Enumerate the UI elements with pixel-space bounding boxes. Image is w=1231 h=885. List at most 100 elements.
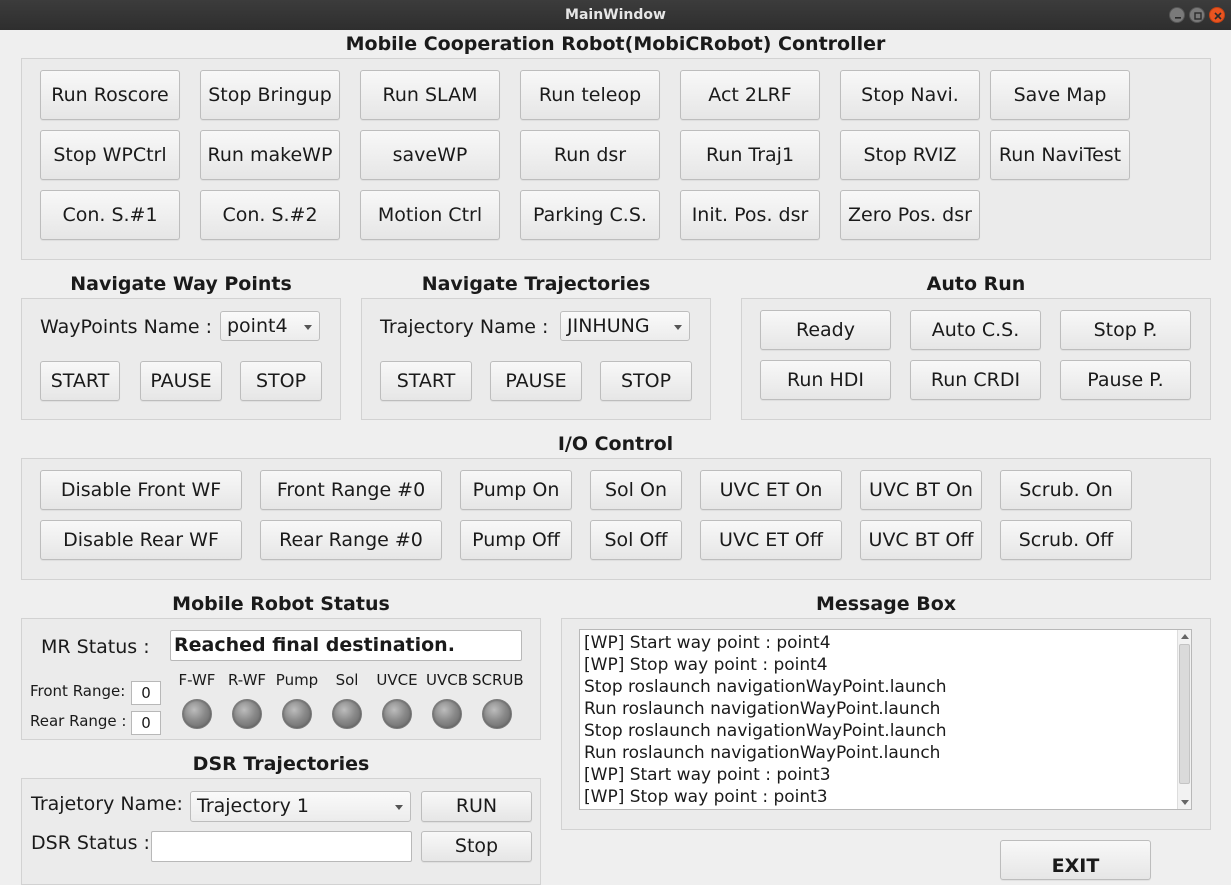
chevron-down-icon — [304, 325, 312, 330]
scroll-up-icon[interactable] — [1181, 634, 1189, 639]
pump-on-button[interactable]: Pump On — [460, 470, 572, 510]
autorun-title: Auto Run — [926, 273, 1026, 295]
zero-pos-dsr-button[interactable]: Zero Pos. dsr — [840, 190, 980, 240]
uvc-bt-on-button[interactable]: UVC BT On — [860, 470, 982, 510]
init-pos-dsr-button[interactable]: Init. Pos. dsr — [680, 190, 820, 240]
close-button[interactable] — [1209, 7, 1225, 23]
disable-front-wf-button[interactable]: Disable Front WF — [40, 470, 242, 510]
scrollbar[interactable] — [1177, 630, 1191, 809]
stop-p-button[interactable]: Stop P. — [1060, 310, 1191, 350]
trajectories-stop-button[interactable]: STOP — [600, 361, 692, 401]
pump-off-button[interactable]: Pump Off — [460, 520, 572, 560]
stop-bringup-button[interactable]: Stop Bringup — [200, 70, 340, 120]
indicator-led-scrub — [482, 699, 512, 729]
window-title: MainWindow — [565, 7, 666, 23]
dsr-run-button[interactable]: RUN — [421, 791, 532, 822]
io-group: Disable Front WF Front Range #0 Pump On Sol… — [21, 458, 1211, 580]
uvc-et-on-button[interactable]: UVC ET On — [700, 470, 842, 510]
maximize-icon — [1194, 12, 1202, 20]
dsr-title: DSR Trajectories — [192, 753, 370, 775]
close-icon — [1214, 12, 1222, 20]
dsr-group: Trajetory Name: Trajectory 1 RUN DSR Sta… — [21, 778, 541, 885]
uvc-et-off-button[interactable]: UVC ET Off — [700, 520, 842, 560]
auto-c-s-button[interactable]: Auto C.S. — [910, 310, 1041, 350]
maximize-button[interactable] — [1189, 7, 1205, 23]
run-crdi-button[interactable]: Run CRDI — [910, 360, 1041, 400]
indicator-label-uvcb: UVCB — [425, 671, 468, 689]
con-s-2-button[interactable]: Con. S.#2 — [200, 190, 340, 240]
dsr-status-label: DSR Status : — [31, 832, 150, 854]
minimize-button[interactable] — [1169, 7, 1185, 23]
sol-off-button[interactable]: Sol Off — [590, 520, 682, 560]
ready-button[interactable]: Ready — [760, 310, 891, 350]
stop-rviz-button[interactable]: Stop RVIZ — [840, 130, 980, 180]
run-navitest-button[interactable]: Run NaviTest — [990, 130, 1130, 180]
scrub-off-button[interactable]: Scrub. Off — [1000, 520, 1132, 560]
con-s-1-button[interactable]: Con. S.#1 — [40, 190, 180, 240]
rear-range-label: Rear Range : — [30, 712, 127, 730]
sol-on-button[interactable]: Sol On — [590, 470, 682, 510]
indicator-led-uvcb — [432, 699, 462, 729]
trajectories-start-button[interactable]: START — [380, 361, 472, 401]
trajectories-pause-button[interactable]: PAUSE — [490, 361, 582, 401]
mr-status-label: MR Status : — [41, 636, 150, 658]
waypoints-select[interactable]: point4 — [220, 311, 320, 341]
minimize-icon — [1175, 17, 1181, 19]
run-dsr-button[interactable]: Run dsr — [520, 130, 660, 180]
indicator-led-uvce — [382, 699, 412, 729]
act-2lrf-button[interactable]: Act 2LRF — [680, 70, 820, 120]
scroll-down-icon[interactable] — [1181, 800, 1189, 805]
rear-range-value: 0 — [131, 711, 161, 735]
savewp-button[interactable]: saveWP — [360, 130, 500, 180]
run-teleop-button[interactable]: Run teleop — [520, 70, 660, 120]
waypoints-pause-button[interactable]: PAUSE — [140, 361, 222, 401]
disable-rear-wf-button[interactable]: Disable Rear WF — [40, 520, 242, 560]
indicator-led-pump — [282, 699, 312, 729]
trajectories-select[interactable]: JINHUNG — [560, 311, 690, 341]
message-list-box[interactable]: [WP] Start way point : point4 [WP] Stop w… — [579, 629, 1192, 810]
dsr-stop-button[interactable]: Stop — [421, 831, 532, 862]
message-item: Run roslaunch navigationWayPoint.launch — [584, 743, 941, 763]
indicator-led-sol — [332, 699, 362, 729]
run-traj1-button[interactable]: Run Traj1 — [680, 130, 820, 180]
stop-navi-button[interactable]: Stop Navi. — [840, 70, 980, 120]
io-title: I/O Control — [557, 433, 674, 455]
indicator-label-pump: Pump — [275, 671, 319, 689]
front-range-label: Front Range: — [30, 682, 126, 700]
indicator-label-uvce: UVCE — [376, 671, 418, 689]
front-range-value: 0 — [131, 681, 161, 705]
uvc-bt-off-button[interactable]: UVC BT Off — [860, 520, 982, 560]
dsr-trajectory-select[interactable]: Trajectory 1 — [190, 791, 411, 822]
motion-ctrl-button[interactable]: Motion Ctrl — [360, 190, 500, 240]
autorun-group: Ready Auto C.S. Stop P. Run HDI Run CRDI Paus… — [741, 298, 1211, 420]
pause-p-button[interactable]: Pause P. — [1060, 360, 1191, 400]
run-hdi-button[interactable]: Run HDI — [760, 360, 891, 400]
trajectories-select-value: JINHUNG — [567, 315, 650, 337]
run-slam-button[interactable]: Run SLAM — [360, 70, 500, 120]
rear-range-0-button[interactable]: Rear Range #0 — [260, 520, 442, 560]
stop-wpctrl-button[interactable]: Stop WPCtrl — [40, 130, 180, 180]
chevron-down-icon — [674, 325, 682, 330]
chevron-down-icon — [395, 805, 403, 810]
waypoints-start-button[interactable]: START — [40, 361, 120, 401]
indicator-label-r-wf: R-WF — [227, 671, 267, 689]
front-range-0-button[interactable]: Front Range #0 — [260, 470, 442, 510]
waypoints-name-label: WayPoints Name : — [40, 316, 213, 338]
run-makewp-button[interactable]: Run makeWP — [200, 130, 340, 180]
save-map-button[interactable]: Save Map — [990, 70, 1130, 120]
exit-button[interactable]: EXIT — [1000, 840, 1151, 880]
dsr-status-field[interactable] — [151, 831, 412, 862]
scroll-thumb[interactable] — [1179, 644, 1190, 784]
parking-c-s-button[interactable]: Parking C.S. — [520, 190, 660, 240]
status-group: MR Status : Reached final destination. F… — [21, 618, 541, 740]
controller-group: Run Roscore Stop Bringup Run SLAM Run teleo… — [21, 58, 1211, 260]
indicator-led-f-wf — [182, 699, 212, 729]
run-roscore-button[interactable]: Run Roscore — [40, 70, 180, 120]
waypoints-stop-button[interactable]: STOP — [240, 361, 322, 401]
trajectories-group: Trajectory Name : JINHUNG START PAUSE ST… — [361, 298, 711, 420]
indicator-label-f-wf: F-WF — [178, 671, 216, 689]
scrub-on-button[interactable]: Scrub. On — [1000, 470, 1132, 510]
message-item: Stop roslaunch navigationWayPoint.launch — [584, 677, 947, 697]
trajectories-name-label: Trajectory Name : — [380, 316, 549, 338]
mr-status-field: Reached final destination. — [170, 630, 522, 661]
